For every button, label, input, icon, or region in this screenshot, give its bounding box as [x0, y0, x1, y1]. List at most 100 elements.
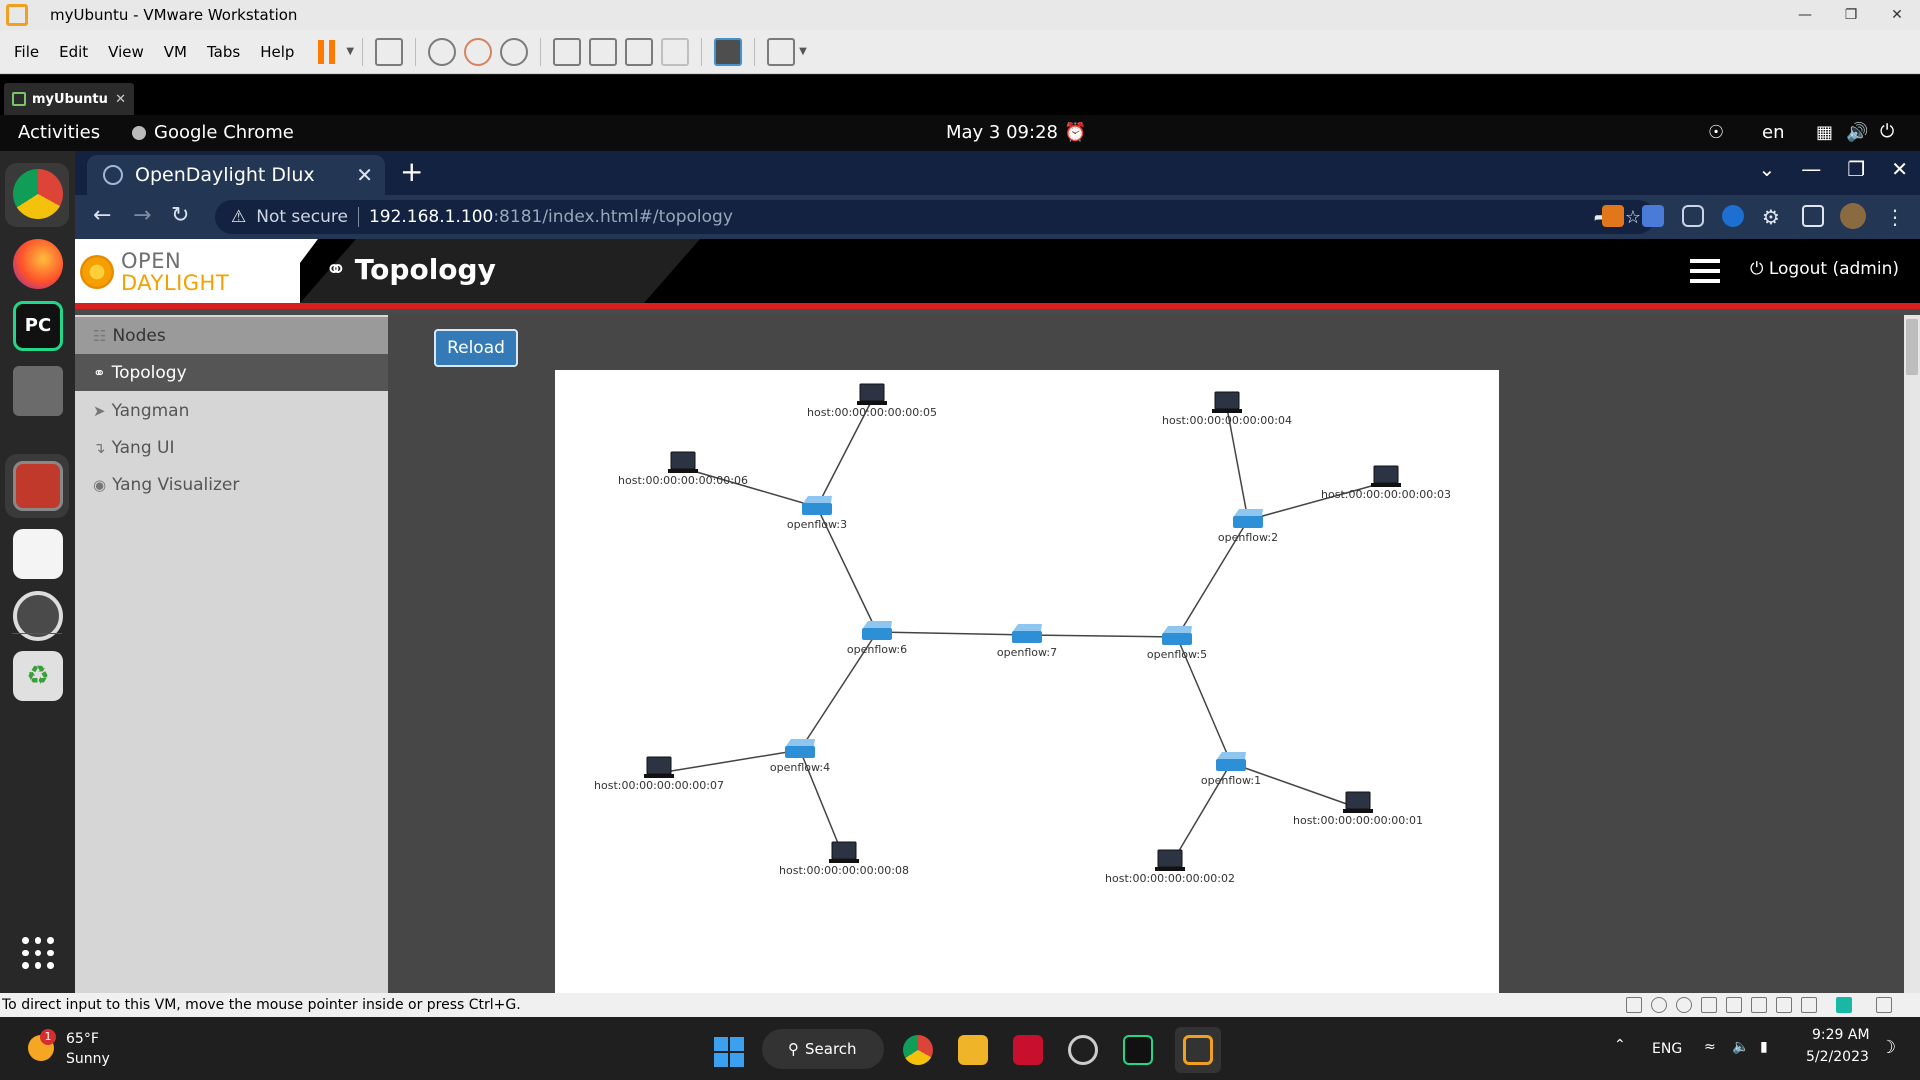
file-explorer-icon[interactable] — [958, 1035, 988, 1065]
full-screen-icon[interactable] — [625, 37, 654, 66]
switch-node[interactable]: openflow:7 — [997, 624, 1057, 659]
close-tab-icon[interactable]: ✕ — [356, 163, 373, 187]
power-icon[interactable]: ⏻ — [1880, 121, 1894, 142]
files-icon[interactable] — [13, 366, 63, 416]
unity-icon[interactable] — [661, 37, 690, 66]
cd-icon[interactable] — [1651, 997, 1667, 1013]
menu-tabs[interactable]: Tabs — [197, 43, 250, 61]
vmware-taskbar-icon[interactable] — [1183, 1035, 1213, 1065]
avatar[interactable] — [1840, 203, 1866, 229]
address-bar[interactable]: ⚠ Not secure 192.168.1.100 :8181/index.h… — [215, 200, 1655, 234]
vm-tab[interactable]: myUbuntu ✕ — [4, 83, 134, 115]
host-node[interactable]: host:00:00:00:00:00:06 — [618, 451, 748, 487]
host-node[interactable]: host:00:00:00:00:00:04 — [1162, 391, 1292, 427]
sidebar-item-yang-visualizer[interactable]: ◉ Yang Visualizer — [75, 466, 388, 503]
restore-button[interactable]: ❐ — [1828, 7, 1874, 23]
restore-button[interactable]: ❐ — [1847, 157, 1865, 181]
stretch-guest-icon[interactable] — [767, 37, 796, 66]
host-node[interactable]: host:00:00:00:00:00:07 — [594, 756, 724, 792]
switch-node[interactable]: openflow:5 — [1147, 626, 1207, 661]
minimize-button[interactable]: — — [1801, 157, 1821, 181]
show-apps-icon[interactable] — [22, 937, 54, 969]
document-viewer-icon[interactable] — [13, 529, 63, 579]
console-view-icon[interactable] — [714, 37, 743, 66]
new-tab-button[interactable]: + — [400, 155, 423, 188]
close-icon[interactable]: ✕ — [115, 92, 126, 107]
chevron-down-icon[interactable]: ▼ — [346, 46, 354, 57]
translate-icon[interactable] — [1642, 205, 1664, 227]
floppy-icon[interactable] — [1701, 997, 1717, 1013]
chrome-taskbar-icon[interactable] — [903, 1035, 933, 1065]
logout-button[interactable]: ⏻ Logout (admin) — [1750, 259, 1899, 279]
acrobat-icon[interactable] — [1013, 1035, 1043, 1065]
security-label[interactable]: Not secure — [256, 207, 348, 227]
network-icon[interactable]: ▦ — [1816, 122, 1833, 143]
more-menu-icon[interactable]: ⋮ — [1884, 205, 1906, 229]
network-adapter-icon[interactable] — [1751, 997, 1767, 1013]
pycharm-taskbar-icon[interactable] — [1123, 1035, 1153, 1065]
tab-search-icon[interactable]: ⌄ — [1759, 157, 1776, 181]
back-icon[interactable]: ← — [93, 203, 111, 228]
notifications-icon[interactable]: ☽ — [1880, 1037, 1896, 1058]
menu-help[interactable]: Help — [250, 43, 304, 61]
close-button[interactable]: ✕ — [1874, 7, 1920, 23]
warning-icon[interactable]: ⚠ — [231, 207, 246, 227]
snapshot-icon[interactable] — [428, 37, 457, 66]
sidebar-item-nodes[interactable]: ☷ Nodes — [75, 317, 388, 354]
chevron-down-icon[interactable]: ▼ — [799, 46, 807, 57]
language-indicator[interactable]: en — [1762, 122, 1784, 143]
accessibility-icon[interactable]: ☉ — [1708, 122, 1724, 143]
puzzle-icon[interactable]: ⚙ — [1762, 205, 1784, 229]
app-menu[interactable]: Google Chrome — [154, 122, 294, 143]
host-node[interactable]: host:00:00:00:00:00:03 — [1321, 465, 1451, 501]
taskbar-search[interactable]: ⚲ Search — [762, 1029, 884, 1069]
metamask-icon[interactable] — [1602, 205, 1624, 227]
browser-tab[interactable]: OpenDaylight Dlux ✕ — [87, 155, 385, 195]
menu-edit[interactable]: Edit — [49, 43, 98, 61]
scrollbar[interactable] — [1904, 315, 1920, 993]
activities-button[interactable]: Activities — [18, 122, 100, 143]
wifi-icon[interactable]: ≈ — [1704, 1039, 1716, 1055]
firefox-icon[interactable] — [13, 239, 63, 289]
network-adapter-icon[interactable] — [1726, 997, 1742, 1013]
switch-node[interactable]: openflow:4 — [770, 739, 830, 774]
start-button[interactable] — [714, 1037, 744, 1067]
minimize-button[interactable]: — — [1782, 7, 1828, 23]
input-language[interactable]: ENG — [1652, 1041, 1682, 1057]
usb-icon[interactable] — [1876, 997, 1892, 1013]
menu-vm[interactable]: VM — [154, 43, 197, 61]
opendaylight-logo[interactable]: OPEN DAYLIGHT — [75, 239, 300, 303]
chrome-icon[interactable] — [13, 169, 63, 219]
printer-icon[interactable] — [1776, 997, 1792, 1013]
battery-icon[interactable]: ▮ — [1760, 1039, 1768, 1055]
send-keys-icon[interactable] — [375, 37, 404, 66]
host-node[interactable]: host:00:00:00:00:00:08 — [779, 841, 909, 877]
switch-node[interactable]: openflow:6 — [847, 621, 907, 656]
cd-icon[interactable] — [1676, 997, 1692, 1013]
sidebar-item-yang-ui[interactable]: ↴ Yang UI — [75, 429, 388, 466]
remote-desktop-icon[interactable] — [13, 461, 63, 511]
clock-time[interactable]: 9:29 AM — [1812, 1027, 1870, 1043]
revert-snapshot-icon[interactable] — [464, 37, 493, 66]
switch-node[interactable]: openflow:1 — [1201, 752, 1261, 787]
topology-graph[interactable]: openflow:1 openflow:2 openflow:3 openflow:4… — [555, 370, 1499, 993]
host-node[interactable]: host:00:00:00:00:00:01 — [1293, 791, 1423, 827]
media-player-icon[interactable] — [1068, 1035, 1098, 1065]
display-icon[interactable] — [1836, 997, 1852, 1013]
sidebar-item-topology[interactable]: ⚭ Topology — [75, 354, 388, 391]
pause-icon[interactable] — [318, 39, 340, 64]
menu-file[interactable]: File — [4, 43, 49, 61]
hamburger-menu-icon[interactable] — [1690, 259, 1720, 283]
host-node[interactable]: host:00:00:00:00:00:02 — [1105, 849, 1235, 885]
sidebar-toggle-icon[interactable] — [553, 37, 582, 66]
clock[interactable]: May 3 09:28 — [946, 122, 1058, 143]
reload-icon[interactable]: ↻ — [171, 203, 189, 228]
clock-date[interactable]: 5/2/2023 — [1806, 1049, 1869, 1065]
scrollbar-thumb[interactable] — [1906, 319, 1918, 375]
forward-icon[interactable]: → — [133, 203, 151, 228]
reload-button[interactable]: Reload — [434, 329, 518, 367]
snapshot-manager-icon[interactable] — [500, 37, 529, 66]
shield-icon[interactable] — [1682, 205, 1704, 227]
bookmark-star-icon[interactable]: ☆ — [1625, 207, 1641, 228]
trash-icon[interactable]: ♻ — [13, 651, 63, 701]
